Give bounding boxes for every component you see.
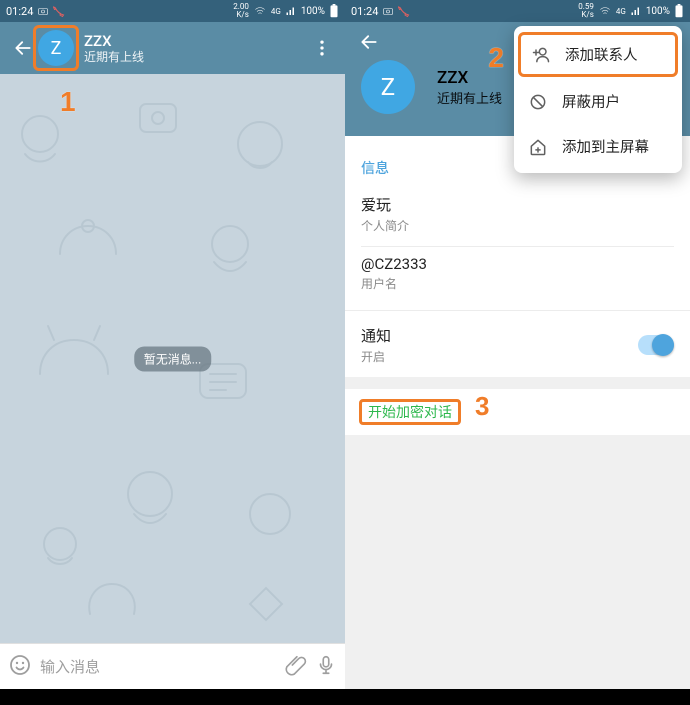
net-speed: 0.59 K/s <box>578 3 594 19</box>
message-input[interactable]: 输入消息 <box>40 656 277 677</box>
back-button[interactable] <box>359 32 389 52</box>
arrow-left-icon <box>13 38 33 58</box>
menu-add-contact[interactable]: 添加联系人 <box>518 32 678 77</box>
wifi-icon <box>253 5 267 17</box>
back-button[interactable] <box>8 38 38 58</box>
username-row[interactable]: @CZ2333 用户名 <box>361 249 674 302</box>
menu-block-user-label: 屏蔽用户 <box>562 91 620 112</box>
profile-avatar[interactable]: Z <box>361 60 415 114</box>
paperclip-icon <box>285 654 307 676</box>
contact-status: 近期有上线 <box>84 50 307 64</box>
home-plus-icon <box>528 137 548 157</box>
menu-add-home[interactable]: 添加到主屏幕 <box>514 124 682 169</box>
signal-icon <box>630 5 642 17</box>
menu-block-user[interactable]: 屏蔽用户 <box>514 79 682 124</box>
emoji-icon <box>8 653 32 677</box>
notif-title: 通知 <box>361 325 391 346</box>
wifi-icon <box>598 5 612 17</box>
empty-state-pill: 暂无消息... <box>134 346 212 371</box>
overflow-menu: 添加联系人 屏蔽用户 添加到主屏幕 <box>514 26 682 173</box>
username-value: @CZ2333 <box>361 255 674 273</box>
profile-status: 近期有上线 <box>437 88 502 107</box>
profile-name: ZZX <box>437 68 502 88</box>
camera-icon <box>382 5 394 17</box>
avatar-initial: Z <box>381 73 395 101</box>
mic-button[interactable] <box>315 654 337 680</box>
battery-percent: 100% <box>301 6 325 17</box>
bio-value: 爱玩 <box>361 194 674 215</box>
notif-switch[interactable] <box>638 335 674 355</box>
net-speed: 2.00 K/s <box>233 3 249 19</box>
contact-avatar[interactable]: Z <box>38 30 74 66</box>
battery-icon <box>674 4 684 18</box>
message-input-bar: 输入消息 <box>0 643 345 689</box>
notifications-row[interactable]: 通知 开启 <box>345 313 690 377</box>
profile-screen: 01:24 0.59 K/s 4G 100% Z ZZX 近期有上线 <box>345 0 690 705</box>
call-blocked-icon <box>53 5 65 17</box>
network-type: 4G <box>271 7 281 16</box>
more-vert-icon <box>312 38 332 58</box>
emoji-button[interactable] <box>8 653 32 681</box>
status-time: 01:24 <box>6 5 33 18</box>
chat-screen: 01:24 2.00 K/s 4G 100% Z ZZX 近期有上线 <box>0 0 345 705</box>
divider <box>345 310 690 311</box>
notif-state: 开启 <box>361 348 391 365</box>
bio-row[interactable]: 爱玩 个人简介 <box>361 188 674 244</box>
username-label: 用户名 <box>361 275 674 292</box>
encrypted-chat-label: 开始加密对话 <box>362 402 458 424</box>
network-type: 4G <box>616 7 626 16</box>
battery-icon <box>329 4 339 18</box>
encrypted-chat-row[interactable]: 开始加密对话 3 <box>345 389 690 435</box>
chat-header: Z ZZX 近期有上线 <box>0 22 345 74</box>
menu-add-home-label: 添加到主屏幕 <box>562 136 649 157</box>
android-nav-bar <box>345 689 690 705</box>
arrow-left-icon <box>359 32 379 52</box>
status-time: 01:24 <box>351 5 378 18</box>
contact-name: ZZX <box>84 32 307 50</box>
avatar-initial: Z <box>51 38 62 59</box>
status-bar: 01:24 2.00 K/s 4G 100% <box>0 0 345 22</box>
profile-empty-area <box>345 435 690 689</box>
android-nav-bar <box>0 689 345 705</box>
chat-header-titles[interactable]: ZZX 近期有上线 <box>84 32 307 64</box>
divider <box>361 246 674 247</box>
camera-icon <box>37 5 49 17</box>
signal-icon <box>285 5 297 17</box>
add-person-icon <box>531 45 551 65</box>
block-icon <box>528 92 548 112</box>
status-bar: 01:24 0.59 K/s 4G 100% <box>345 0 690 22</box>
annotation-3: 3 <box>475 391 489 422</box>
call-blocked-icon <box>398 5 410 17</box>
mic-icon <box>315 654 337 676</box>
section-gap <box>345 377 690 389</box>
bio-label: 个人简介 <box>361 217 674 234</box>
menu-add-contact-label: 添加联系人 <box>565 44 638 65</box>
more-options-button[interactable] <box>307 38 337 58</box>
highlight-3-box: 开始加密对话 <box>359 399 461 425</box>
battery-percent: 100% <box>646 6 670 17</box>
attach-button[interactable] <box>285 654 307 680</box>
chat-body: 暂无消息... 1 <box>0 74 345 643</box>
